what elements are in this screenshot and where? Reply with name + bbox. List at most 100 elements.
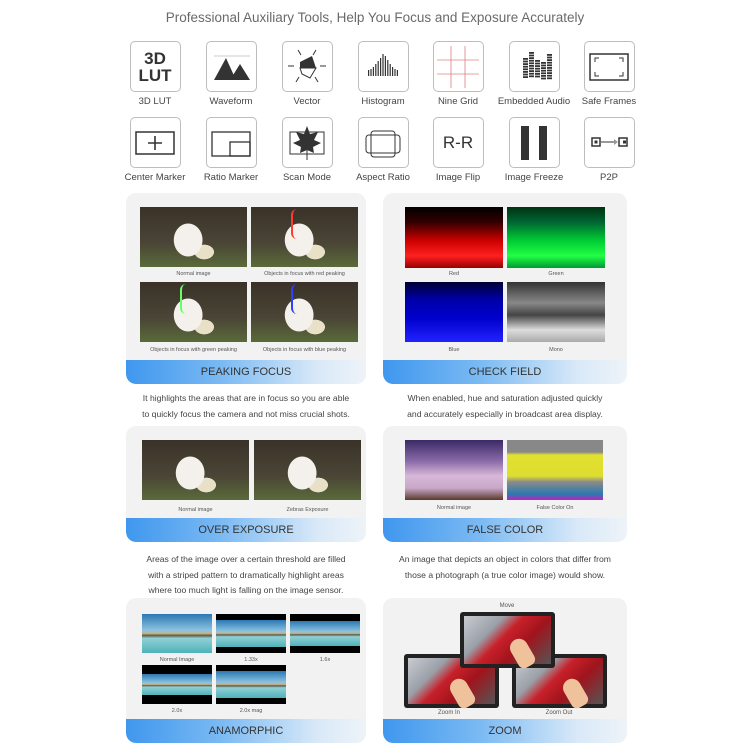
caption: Zoom Out: [545, 710, 573, 716]
caption: 2.0x mag: [239, 708, 263, 714]
caption: 2.0x: [171, 708, 183, 714]
tool-icon-box: [129, 117, 181, 168]
p2p-icon: [591, 136, 628, 147]
caption: 1.33x: [244, 657, 258, 663]
tool-icon-box: [508, 117, 560, 168]
false-color-description: An image that depicts an object in color…: [383, 552, 627, 583]
anamorphic-panel: Normal Image 1.33x 1.6x 2.0x 2.0x mag AN…: [126, 598, 366, 743]
tool-icon-box: [583, 117, 635, 168]
normal-image: [142, 440, 249, 500]
blue-channel-image: [405, 282, 503, 342]
tool-label: 3D LUT: [138, 96, 172, 107]
panel-title: CHECK FIELD: [383, 360, 627, 384]
mono-image: [507, 282, 605, 342]
caption: Normal image: [436, 505, 472, 511]
description-line: where too much light is falling on the i…: [148, 585, 344, 595]
tool-icon-box: R-R: [432, 117, 484, 168]
tool-label: Ratio Marker: [203, 172, 259, 183]
caption: Objects in focus with green peaking: [150, 347, 237, 353]
pause-icon: [521, 125, 547, 160]
anamorphic-1-6x-image: [290, 614, 360, 653]
caption: False Color On: [536, 505, 574, 511]
tool-label: Vector: [293, 96, 321, 107]
zebra-exposure-image: [254, 440, 361, 500]
tool-label: Scan Mode: [282, 172, 332, 183]
peaking-description: It highlights the areas that are in focu…: [126, 391, 366, 422]
zoom-panel: Move Zoom In Zoom Out ZOOM: [383, 598, 627, 743]
tool-3d-lut: 3D LUT 3D LUT: [117, 41, 193, 107]
false-color-panel: Normal image False Color On FALSE COLOR: [383, 426, 627, 542]
normal-anamorphic-image: [142, 614, 212, 653]
caption: 1.6x: [319, 657, 331, 663]
3d-lut-icon: 3D LUT: [138, 48, 172, 85]
tool-label: P2P: [600, 172, 618, 183]
tool-nine-grid: Nine Grid: [420, 41, 496, 107]
tool-icon-box: [583, 41, 635, 92]
check-description: When enabled, hue and saturation adjuste…: [383, 391, 627, 422]
tool-label: Embedded Audio: [497, 96, 571, 107]
caption: Red: [448, 271, 460, 277]
normal-image: [405, 440, 503, 500]
tool-label: Image Freeze: [504, 172, 564, 183]
image-flip-icon: R-R: [442, 132, 474, 152]
red-channel-image: [405, 207, 503, 268]
tool-label: Nine Grid: [437, 96, 479, 107]
over-exposure-panel: Normal image Zebras Exposure OVER EXPOSU…: [126, 426, 366, 542]
panel-title: OVER EXPOSURE: [126, 518, 366, 542]
description-line: with a striped pattern to dramatically h…: [148, 569, 344, 580]
tool-ratio-marker: Ratio Marker: [193, 117, 269, 183]
exposure-description: Areas of the image over a certain thresh…: [126, 552, 366, 599]
panel-title: PEAKING FOCUS: [126, 360, 366, 384]
normal-image: [140, 207, 247, 267]
tool-image-flip: R-R Image Flip: [420, 117, 496, 183]
histogram-icon: [368, 53, 398, 76]
waveform-icon: [214, 55, 250, 80]
caption: Normal image: [176, 271, 211, 277]
audio-meter-icon: [523, 51, 552, 79]
nine-grid-icon: [437, 45, 479, 88]
description-line: those a photograph (a true color image) …: [404, 569, 606, 580]
caption: Zoom In: [437, 710, 460, 716]
panel-title: ZOOM: [383, 719, 627, 743]
caption: Zebras Exposure: [286, 507, 329, 513]
description-line: and accurately especially in broadcast a…: [407, 408, 603, 419]
anamorphic-2x-mag-image: [216, 665, 286, 704]
caption: Blue: [448, 347, 460, 353]
tool-label: Center Marker: [124, 172, 186, 183]
safe-frames-icon: [589, 52, 629, 81]
tool-label: Image Flip: [435, 172, 481, 183]
caption: Normal image: [178, 507, 213, 513]
anamorphic-2x-image: [142, 665, 212, 704]
tool-icon-box: [357, 117, 409, 168]
ratio-marker-icon: [211, 130, 251, 157]
tool-icon-box: 3D LUT: [129, 41, 181, 92]
tool-safe-frames: Safe Frames: [571, 41, 647, 107]
vector-icon: [288, 49, 326, 82]
monitor-move: [460, 612, 555, 668]
maple-leaf-icon: [289, 125, 325, 160]
anamorphic-1-33x-image: [216, 614, 286, 653]
tool-icon-box: [281, 41, 333, 92]
tool-icon-box: [508, 41, 560, 92]
caption: Objects in focus with red peaking: [264, 271, 345, 277]
false-color-image: [507, 440, 603, 500]
page-title: Professional Auxiliary Tools, Help You F…: [165, 10, 585, 25]
tool-label: Aspect Ratio: [356, 172, 410, 183]
tool-waveform: Waveform: [193, 41, 269, 107]
center-marker-icon: [135, 130, 175, 155]
tool-center-marker: Center Marker: [117, 117, 193, 183]
tool-label: Safe Frames: [581, 96, 637, 107]
description-line: to quickly focus the camera and not miss…: [142, 408, 350, 419]
caption: Move: [499, 603, 515, 609]
tool-label: Histogram: [361, 96, 405, 107]
caption: Mono: [549, 347, 563, 353]
description-line: It highlights the areas that are in focu…: [142, 393, 350, 403]
caption: Objects in focus with blue peaking: [262, 347, 347, 353]
red-peaking-image: [251, 207, 358, 267]
tool-icon-box: [205, 117, 257, 168]
blue-peaking-image: [251, 282, 358, 342]
tool-icon-box: [432, 41, 484, 92]
panel-title: FALSE COLOR: [383, 518, 627, 542]
caption: Green: [548, 271, 564, 277]
green-peaking-image: [140, 282, 247, 342]
